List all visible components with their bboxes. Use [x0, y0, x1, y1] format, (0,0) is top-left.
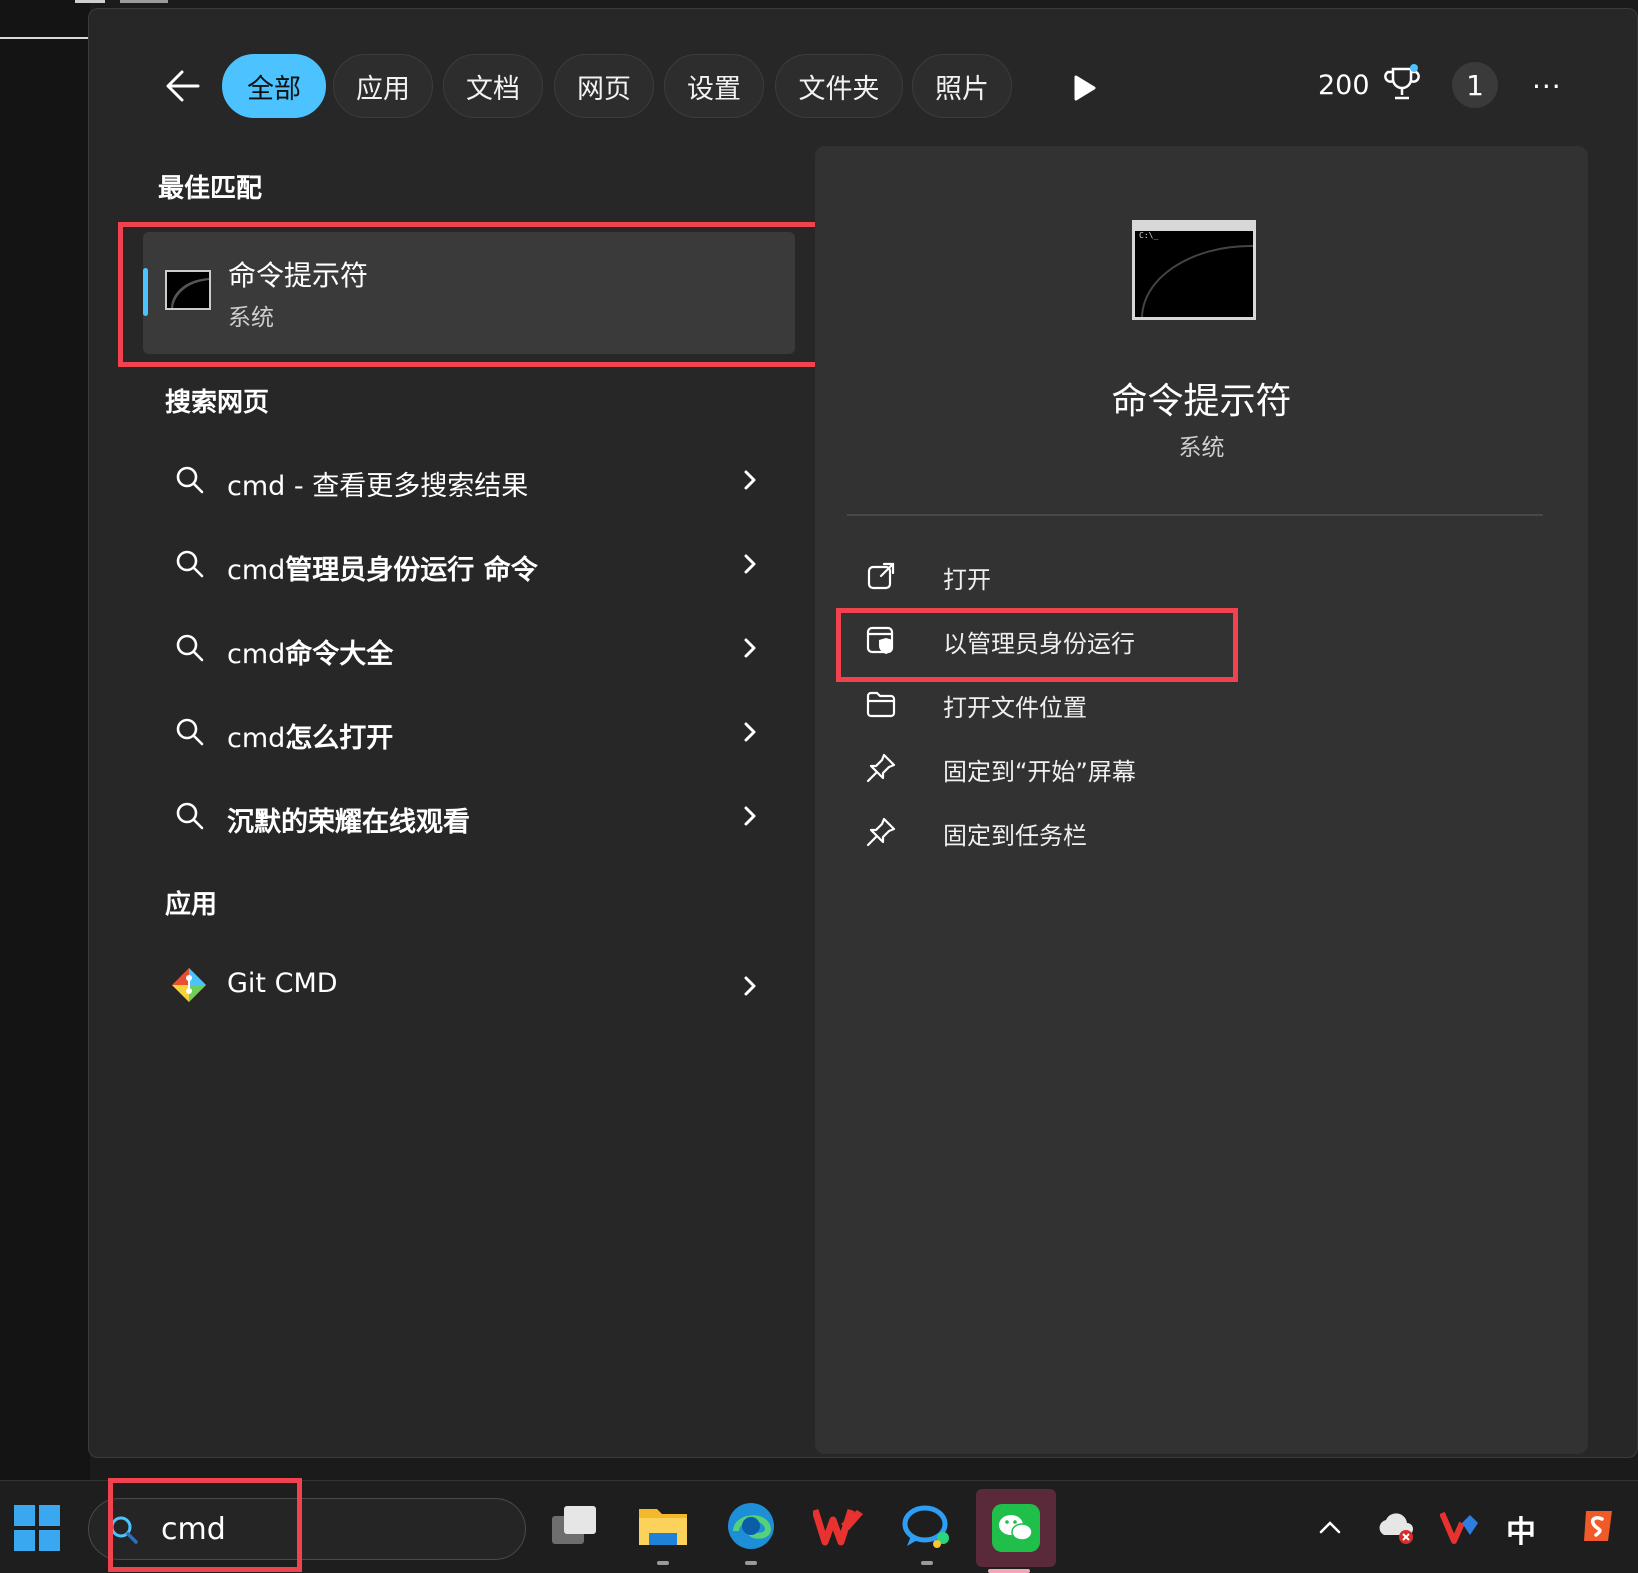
tab-apps[interactable]: 应用	[333, 54, 433, 118]
search-icon	[176, 634, 204, 662]
back-arrow-icon[interactable]	[158, 60, 214, 112]
suggestion-completion: 命令大全	[285, 639, 394, 670]
web-search-suggestion[interactable]: cmd管理员身份运行 命令	[160, 536, 770, 596]
suggestion-query: cmd	[227, 555, 286, 586]
wechat-icon[interactable]	[976, 1489, 1056, 1573]
web-search-suggestion[interactable]: 沉默的荣耀在线观看	[160, 788, 770, 848]
action-pin-to-start[interactable]: 固定到“开始”屏幕	[865, 742, 1465, 792]
divider	[847, 514, 1543, 516]
highlight-annotation	[836, 608, 1238, 682]
search-icon	[176, 550, 204, 578]
search-icon	[176, 802, 204, 830]
action-label: 打开文件位置	[943, 694, 1087, 722]
tab-settings[interactable]: 设置	[664, 54, 764, 118]
action-label: 固定到任务栏	[943, 822, 1087, 850]
ime-indicator[interactable]: 中	[1506, 1507, 1536, 1551]
task-view-icon[interactable]	[542, 1493, 608, 1559]
rewards-points[interactable]: 200	[1318, 70, 1370, 101]
suggestion-text: 沉默的荣耀在线观看	[227, 800, 470, 839]
suggestion-completion: 怎么打开	[285, 723, 394, 754]
apps-heading: 应用	[165, 890, 218, 920]
search-icon	[176, 466, 204, 494]
suggestion-query: cmd	[227, 639, 286, 670]
file-explorer-icon[interactable]	[630, 1493, 696, 1565]
chevron-up-icon[interactable]	[1316, 1513, 1344, 1541]
play-more-tabs-icon[interactable]	[1064, 68, 1104, 108]
tab-folders[interactable]: 文件夹	[775, 54, 903, 118]
suggestion-text: cmd怎么打开	[227, 716, 393, 755]
security-app-icon[interactable]	[1440, 1509, 1480, 1545]
suggestion-text: cmd - 查看更多搜索结果	[227, 464, 528, 503]
tab-photos[interactable]: 照片	[912, 54, 1012, 118]
web-search-suggestion[interactable]: cmd命令大全	[160, 620, 770, 680]
tab-web[interactable]: 网页	[554, 54, 654, 118]
highlight-annotation	[108, 1478, 302, 1572]
chevron-right-icon[interactable]	[740, 802, 760, 830]
detail-subtitle: 系统	[1178, 435, 1225, 461]
action-pin-to-taskbar[interactable]: 固定到任务栏	[865, 806, 1465, 856]
web-search-suggestion[interactable]: cmd - 查看更多搜索结果	[160, 452, 770, 512]
web-search-suggestion[interactable]: cmd怎么打开	[160, 704, 770, 764]
chevron-right-icon[interactable]	[740, 466, 760, 494]
chevron-right-icon[interactable]	[740, 550, 760, 578]
chat-app-icon[interactable]	[894, 1493, 960, 1565]
tab-documents[interactable]: 文档	[443, 54, 543, 118]
background-decoration	[75, 0, 105, 3]
suggestion-text: cmd管理员身份运行 命令	[227, 548, 538, 587]
trophy-icon[interactable]	[1384, 64, 1420, 104]
background-decoration	[120, 0, 168, 3]
chevron-right-icon[interactable]	[740, 718, 760, 746]
edge-browser-icon[interactable]	[718, 1493, 784, 1565]
tab-all[interactable]: 全部	[222, 54, 326, 118]
account-badge[interactable]: 1	[1452, 62, 1498, 108]
open-external-icon	[867, 562, 895, 590]
command-prompt-large-icon: C:\_	[1132, 220, 1256, 320]
chevron-right-icon[interactable]	[740, 634, 760, 662]
action-open-file-location[interactable]: 打开文件位置	[865, 678, 1465, 728]
detail-pane: C:\_ 命令提示符 系统 打开 以管理员身份运行 打开文件位置 固定到“开始”…	[815, 146, 1588, 1454]
chevron-right-icon[interactable]	[740, 972, 760, 1000]
suggestion-text: cmd命令大全	[227, 632, 393, 671]
background-decoration	[0, 37, 88, 39]
search-icon	[176, 718, 204, 746]
action-open[interactable]: 打开	[865, 550, 1465, 600]
suggestion-completion: 沉默的荣耀在线观看	[227, 807, 470, 838]
suggestion-completion: 管理员身份运行 命令	[285, 555, 538, 586]
pin-icon	[866, 753, 896, 783]
suggestion-query: cmd	[227, 723, 286, 754]
suggestion-completion: - 查看更多搜索结果	[285, 471, 529, 502]
action-label: 打开	[943, 566, 991, 594]
web-search-heading: 搜索网页	[165, 388, 270, 418]
app-result-label: Git CMD	[227, 968, 338, 999]
cloud-sync-error-icon[interactable]	[1376, 1511, 1416, 1545]
app-result-git-cmd[interactable]: Git CMD	[160, 958, 770, 1018]
suggestion-query: cmd	[227, 471, 286, 502]
highlight-annotation	[118, 222, 836, 367]
detail-title: 命令提示符	[1111, 381, 1292, 422]
folder-icon	[866, 691, 896, 718]
pin-icon	[866, 817, 896, 847]
windows-start-icon[interactable]	[14, 1505, 60, 1551]
background-window	[0, 0, 90, 1480]
git-cmd-icon	[172, 968, 206, 1002]
best-match-heading: 最佳匹配	[158, 174, 263, 204]
wps-office-icon[interactable]	[806, 1493, 872, 1559]
more-options-icon[interactable]: ···	[1532, 70, 1562, 103]
sogou-input-icon[interactable]	[1580, 1507, 1616, 1545]
action-label: 固定到“开始”屏幕	[943, 758, 1136, 786]
